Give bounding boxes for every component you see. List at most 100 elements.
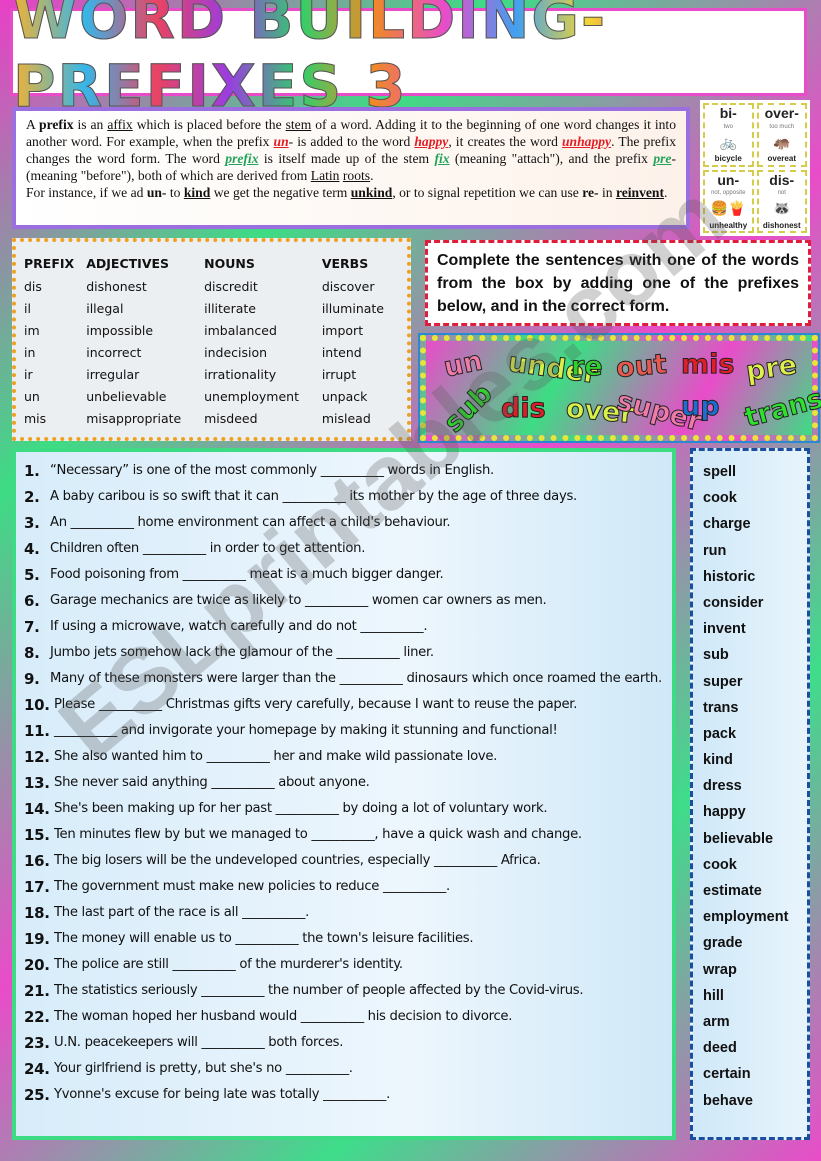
sentence-item: 14. She's been making up for her past ___… [24,796,664,822]
sentence-number: 21. [24,982,50,1000]
table-cell: illuminate [321,300,384,316]
card-prefix: over- [764,105,799,121]
table-cell: mislead [321,410,371,426]
word-item: deed [703,1040,737,1057]
sentence-number: 7. [24,618,40,636]
table-cell: in [24,344,36,360]
sentence-text: Garage mechanics are twice as likely to … [50,593,547,608]
column-header: ADJECTIVES [86,256,170,271]
prefix-cards: bi-two 🚲 bicycle over-too much 🦛 overeat un-no… [700,100,810,236]
sentence-text: If using a microwave, watch carefully an… [50,619,428,634]
sentence-number: 16. [24,852,50,870]
table-row: mis misappropriate misdeed mislead [24,407,399,429]
table-cell: misappropriate [86,410,182,426]
table-cell: imbalanced [204,322,277,338]
table-cell: dis [24,278,42,294]
prefix-word: sub [438,378,500,440]
word-item: charge [703,516,751,533]
sentence-item: 24. Your girlfriend is pretty, but she's … [24,1056,664,1082]
word-item: pack [703,725,737,742]
table-row: il illegal illiterate illuminate [24,297,399,319]
sentence-number: 20. [24,956,50,974]
prefix-card: bi-two 🚲 bicycle [703,103,754,167]
sentence-number: 4. [24,540,40,558]
card-meaning: not, opposite [711,190,746,197]
column-header: VERBS [321,256,369,271]
sentence-item: 3. An __________ home environment can aff… [24,510,664,536]
table-cell: irregular [86,366,140,382]
prefix-word: trans [741,383,821,435]
table-cell: intend [321,344,362,360]
card-meaning: too much [769,123,795,130]
prefix-word: un [441,345,486,384]
table-cell: mis [24,410,47,426]
card-meaning: not [777,190,786,197]
sentence-item: 1. “Necessary” is one of the most commonl… [24,458,664,484]
word-item: invent [703,621,746,638]
sentence-number: 23. [24,1034,50,1052]
sentence-item: 4. Children often __________ in order to … [24,536,664,562]
card-meaning: two [723,123,733,130]
prefix-table: PREFIX ADJECTIVES NOUNS VERBS dis dishonest di… [12,238,411,441]
burger-fries-icon: 🍔🍟 [710,200,746,217]
sentence-number: 24. [24,1060,50,1078]
sentence-number: 18. [24,904,50,922]
prefix-card: over-too much 🦛 overeat [756,103,807,167]
sentence-item: 15. Ten minutes flew by but we managed to… [24,822,664,848]
instructions: Complete the sentences with one of the w… [425,240,811,326]
sentence-number: 10. [24,696,50,714]
table-cell: discover [321,278,375,294]
card-example: unhealthy [709,220,748,230]
word-item: grade [703,935,743,952]
table-cell: misdeed [204,410,258,426]
word-item: wrap [703,961,737,978]
prefix-card: dis-not 🦝 dishonest [756,169,807,233]
sentence-text: A baby caribou is so swift that it can _… [50,489,577,504]
table-cell: un [24,388,40,404]
word-item: super [703,673,743,690]
column-header: PREFIX [24,256,75,271]
sentence-text: “Necessary” is one of the most commonly … [50,463,494,478]
sentence-number: 6. [24,592,40,610]
word-item: estimate [703,883,762,899]
prefix-card: un-not, opposite 🍔🍟 unhealthy [703,169,754,233]
sentence-text: She never said anything __________ about… [54,775,370,790]
raccoon-icon: 🦝 [773,200,791,217]
table-row: im impossible imbalanced import [24,319,399,341]
table-row: in incorrect indecision intend [24,341,399,363]
worksheet-title: WORD BUILDING-PREFIXES 3 [10,0,807,121]
word-item: employment [703,909,789,926]
sentence-text: Yvonne's excuse for being late was total… [54,1087,390,1102]
sentence-text: The last part of the race is all _______… [54,905,309,920]
prefix-word: up [681,391,721,423]
sentence-number: 13. [24,774,50,792]
table-cell: dishonest [86,278,147,294]
sentence-item: 18. The last part of the race is all ____… [24,900,664,926]
word-item: cook [703,490,737,507]
word-item: sub [703,647,729,664]
word-item: certain [703,1066,751,1083]
word-item: dress [703,778,742,795]
table-cell: unbelievable [86,388,167,404]
prefix-word: dis [501,393,547,425]
table-cell: unpack [321,388,368,404]
sentence-number: 2. [24,488,40,506]
card-example: overeat [767,154,796,164]
word-item: historic [703,568,756,585]
table-cell: ir [24,366,33,382]
sentence-text: An __________ home environment can affec… [50,515,451,530]
sentence-item: 20. The police are still __________ of th… [24,952,664,978]
sentence-item: 6. Garage mechanics are twice as likely t… [24,588,664,614]
table-cell: il [24,300,31,316]
table-cell: illegal [86,300,124,316]
word-item: hill [703,987,724,1004]
sentence-item: 5. Food poisoning from __________ meat is… [24,562,664,588]
sentence-text: Children often __________ in order to ge… [50,541,366,556]
card-prefix: bi- [719,105,737,121]
sentence-number: 22. [24,1008,50,1026]
sentence-text: She's been making up for her past ______… [54,801,548,816]
sentence-number: 25. [24,1086,50,1104]
sentence-text: The big losers will be the undeveloped c… [54,853,541,868]
sentence-item: 25. Yvonne's excuse for being late was to… [24,1082,664,1108]
table-cell: incorrect [86,344,142,360]
